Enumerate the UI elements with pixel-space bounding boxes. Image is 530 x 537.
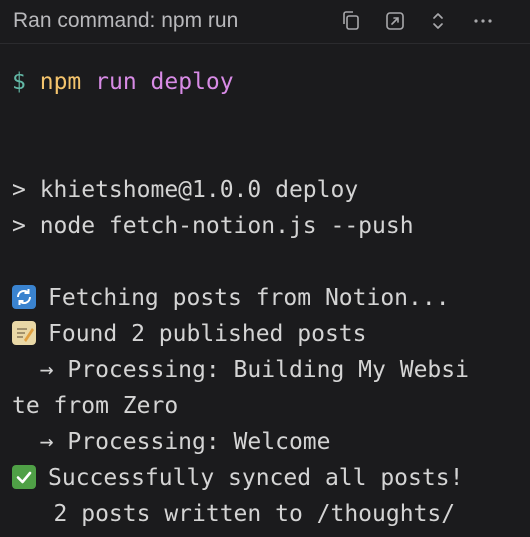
script-line: > khietshome@1.0.0 deploy [12, 177, 359, 203]
panel-header: Ran command: npm run [0, 0, 530, 44]
command-line: $ npm run deploy [0, 64, 530, 100]
fetching-text: Fetching posts from Notion... [48, 285, 450, 311]
expand-collapse-icon[interactable] [426, 9, 450, 33]
processing-line-1b: te from Zero [12, 393, 179, 419]
copy-icon[interactable] [339, 9, 363, 33]
processing-line-1a: → Processing: Building My Websi [12, 357, 469, 383]
terminal-output: $ npm run deploy > khietshome@1.0.0 depl… [0, 64, 530, 532]
command-deploy: deploy [150, 69, 234, 95]
prompt-symbol: $ [12, 69, 26, 95]
node-line: > node fetch-notion.js --push [12, 213, 414, 239]
success-line: Successfully synced all posts! [0, 460, 530, 496]
memo-icon [12, 321, 36, 345]
open-external-icon[interactable] [383, 9, 407, 33]
found-text: Found 2 published posts [48, 321, 367, 347]
command-run: run [95, 69, 137, 95]
more-icon[interactable] [471, 9, 495, 33]
panel-title: Ran command: npm run [13, 9, 239, 32]
processing-line-2: → Processing: Welcome [12, 429, 331, 455]
fetching-line: Fetching posts from Notion... [0, 280, 530, 316]
check-icon [12, 465, 36, 489]
terminal-output-panel: Ran command: npm run $ npm run deploy > … [0, 0, 530, 537]
written-line: 2 posts written to /thoughts/ [12, 501, 456, 527]
success-text: Successfully synced all posts! [48, 465, 464, 491]
found-line: Found 2 published posts [0, 316, 530, 352]
sync-icon [12, 285, 36, 309]
command-npm: npm [39, 69, 82, 95]
